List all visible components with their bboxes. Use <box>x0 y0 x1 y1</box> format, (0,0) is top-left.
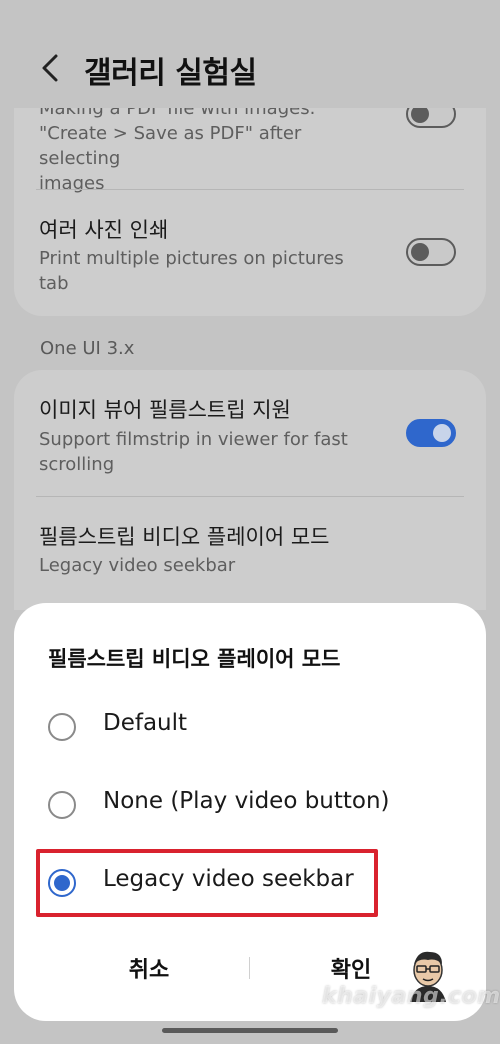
pdf-row[interactable]: Making a PDF file with images. "Create >… <box>14 108 486 194</box>
pdf-row-subtitle: Making a PDF file with images. "Create >… <box>39 108 384 196</box>
option-none-label: None (Play video button) <box>103 788 390 814</box>
option-none[interactable]: None (Play video button) <box>14 776 486 836</box>
filmstrip-subtitle-line-1: Support filmstrip in viewer for fast <box>39 429 348 450</box>
home-indicator[interactable] <box>162 1028 338 1033</box>
option-default[interactable]: Default <box>14 698 486 758</box>
print-subtitle-line-2: tab <box>39 273 69 294</box>
filmstrip-video-mode-row[interactable]: 필름스트립 비디오 플레이어 모드 Legacy video seekbar <box>14 497 486 600</box>
print-subtitle-line-1: Print multiple pictures on pictures <box>39 248 344 269</box>
print-multiple-row[interactable]: 여러 사진 인쇄 Print multiple pictures on pict… <box>14 190 486 316</box>
app-header: 갤러리 실험실 <box>0 0 500 110</box>
radio-none[interactable] <box>48 791 76 819</box>
red-highlight-box <box>36 849 378 917</box>
settings-card-1: Making a PDF file with images. "Create >… <box>14 108 486 316</box>
filmstrip-support-subtitle: Support filmstrip in viewer for fast scr… <box>39 427 384 477</box>
filmstrip-support-toggle[interactable] <box>406 419 456 447</box>
filmstrip-video-mode-value: Legacy video seekbar <box>39 555 236 576</box>
filmstrip-video-mode-title: 필름스트립 비디오 플레이어 모드 <box>39 525 330 549</box>
filmstrip-support-title: 이미지 뷰어 필름스트립 지원 <box>39 398 291 422</box>
radio-default[interactable] <box>48 713 76 741</box>
print-multiple-toggle[interactable] <box>406 238 456 266</box>
page-title: 갤러리 실험실 <box>84 56 257 91</box>
toggle-knob <box>411 108 429 123</box>
section-header: One UI 3.x <box>40 338 135 359</box>
filmstrip-support-row[interactable]: 이미지 뷰어 필름스트립 지원 Support filmstrip in vie… <box>14 370 486 496</box>
chevron-left-icon <box>42 54 58 82</box>
pdf-subtitle-line-2: "Create > Save as PDF" after selecting <box>39 123 302 169</box>
button-separator <box>249 957 250 979</box>
toggle-knob <box>411 243 429 261</box>
pdf-subtitle-line-1: Making a PDF file with images. <box>39 108 316 119</box>
watermark-text: khaiyang.com <box>322 984 500 1009</box>
settings-card-2: 이미지 뷰어 필름스트립 지원 Support filmstrip in vie… <box>14 370 486 610</box>
dialog-title: 필름스트립 비디오 플레이어 모드 <box>48 647 341 671</box>
pdf-toggle[interactable] <box>406 108 456 128</box>
back-button[interactable] <box>30 48 70 88</box>
screen: 갤러리 실험실 Making a PDF file with images. "… <box>0 0 500 1044</box>
print-multiple-subtitle: Print multiple pictures on pictures tab <box>39 246 384 296</box>
cancel-button[interactable]: 취소 <box>49 943 249 993</box>
toggle-knob <box>433 424 451 442</box>
filmstrip-subtitle-line-2: scrolling <box>39 454 115 475</box>
print-multiple-title: 여러 사진 인쇄 <box>39 218 169 242</box>
option-default-label: Default <box>103 710 188 736</box>
